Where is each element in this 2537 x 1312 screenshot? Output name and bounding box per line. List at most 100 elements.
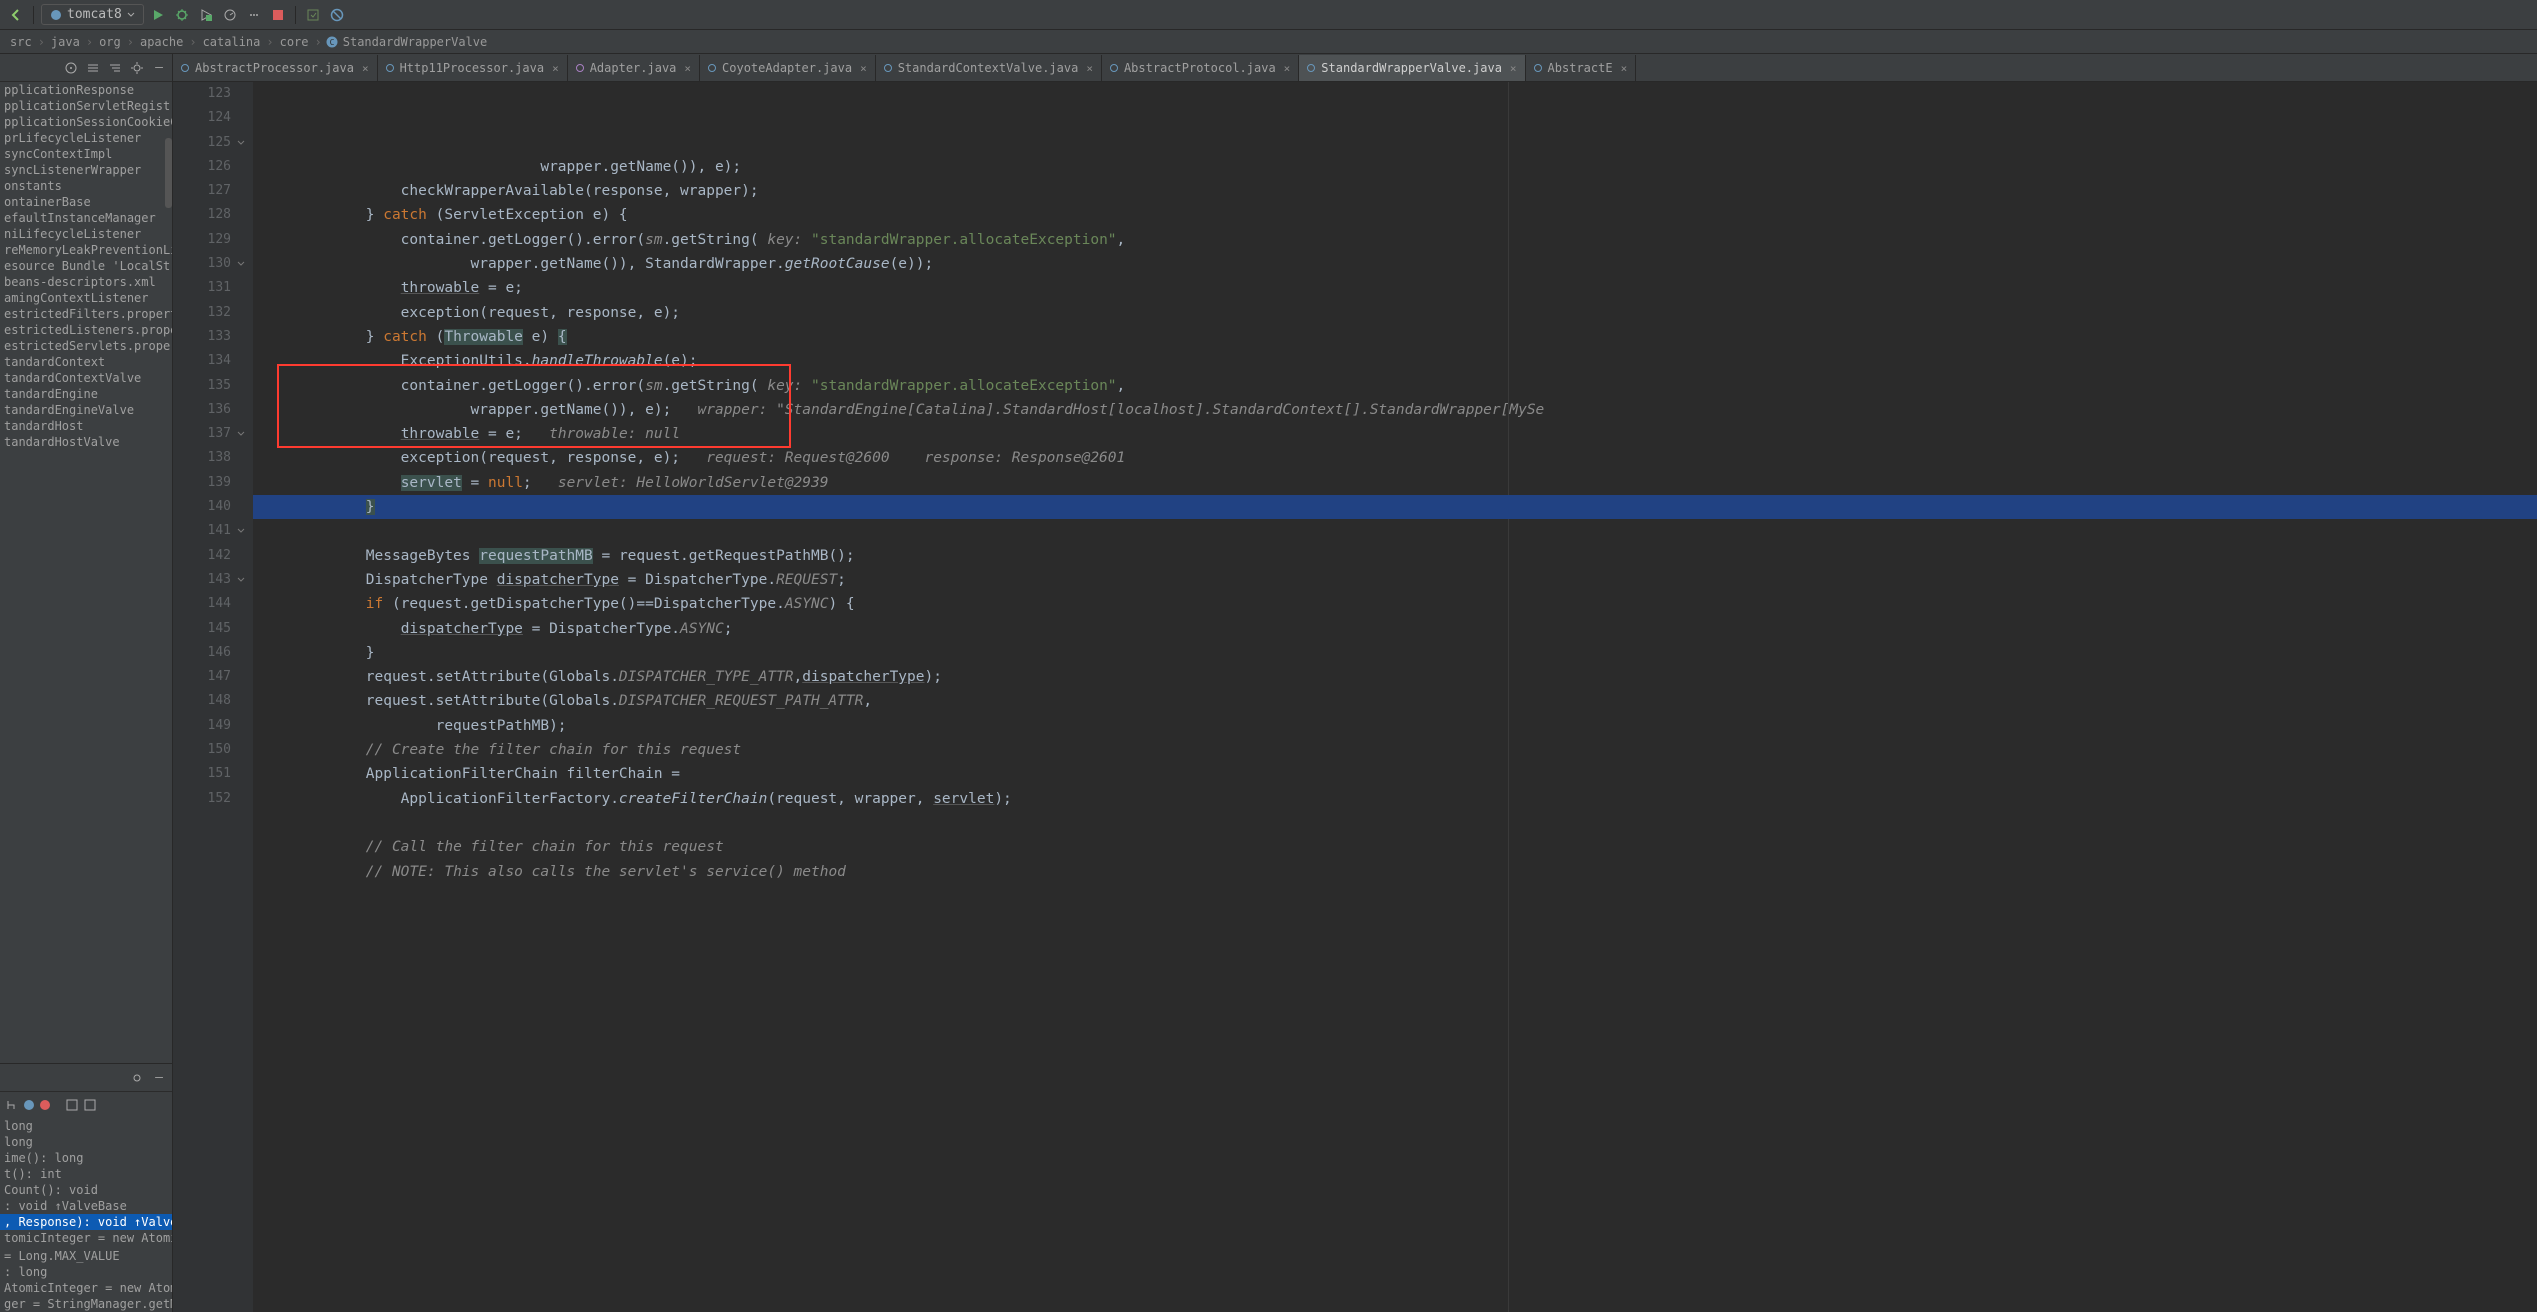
editor-tab[interactable]: AbstractProcessor.java× [173,55,378,81]
structure-item[interactable]: niLifecycleListener [0,226,172,242]
profile-icon[interactable] [220,5,240,25]
update-icon[interactable] [303,5,323,25]
close-icon[interactable]: × [362,62,369,75]
structure-item[interactable]: tandardHostValve [0,434,172,450]
structure-item[interactable]: reMemoryLeakPreventionList [0,242,172,258]
fold-icon[interactable] [235,428,247,440]
fold-icon[interactable] [235,258,247,270]
close-icon[interactable]: × [1621,62,1628,75]
structure-item[interactable]: esource Bundle 'LocalStrin [0,258,172,274]
structure-item[interactable]: estrictedFilters.propertie [0,306,172,322]
target-icon[interactable] [62,59,80,77]
member-item[interactable]: tomicInteger = new AtomicI [0,1230,172,1246]
code-line[interactable]: exception(request, response, e); request… [253,446,2537,470]
code-line[interactable]: DispatcherType dispatcherType = Dispatch… [253,568,2537,592]
code-line[interactable]: ApplicationFilterFactory.createFilterCha… [253,787,2537,811]
structure-item[interactable]: efaultInstanceManager [0,210,172,226]
editor-tab[interactable]: AbstractProtocol.java× [1102,55,1299,81]
editor-tab[interactable]: AbstractE× [1526,55,1637,81]
code-line[interactable] [253,811,2537,835]
code-line[interactable]: servlet = null; servlet: HelloWorldServl… [253,471,2537,495]
editor-tab[interactable]: Http11Processor.java× [378,55,568,81]
code-line[interactable]: throwable = e; [253,276,2537,300]
fold-icon[interactable] [235,137,247,149]
blue-dot-icon[interactable] [24,1100,34,1110]
code-line[interactable]: wrapper.getName()), StandardWrapper.getR… [253,252,2537,276]
member-item[interactable]: t(): int [0,1166,172,1182]
structure-item[interactable]: syncListenerWrapper [0,162,172,178]
code-line[interactable]: } [253,641,2537,665]
code-line[interactable]: container.getLogger().error(sm.getString… [253,374,2537,398]
code-line[interactable]: request.setAttribute(Globals.DISPATCHER_… [253,665,2537,689]
member-item[interactable]: Count(): void [0,1182,172,1198]
gutter[interactable]: 1231241251261271281291301311321331341351… [173,82,253,1312]
structure-item[interactable]: tandardHost [0,418,172,434]
member-item[interactable]: ime(): long [0,1150,172,1166]
member-item[interactable]: : void ↑ValveBase [0,1198,172,1214]
member-item[interactable]: = Long.MAX_VALUE [0,1248,172,1264]
code-line[interactable]: exception(request, response, e); [253,301,2537,325]
code-line[interactable]: } [253,495,2537,519]
code-line[interactable]: requestPathMB); [253,714,2537,738]
code-line[interactable]: if (request.getDispatcherType()==Dispatc… [253,592,2537,616]
filter2-icon[interactable] [84,1099,96,1111]
code-line[interactable]: wrapper.getName()), e); wrapper: "Standa… [253,398,2537,422]
code-line[interactable]: wrapper.getName()), e); [253,155,2537,179]
run-config-dropdown[interactable]: tomcat8 [41,4,144,25]
close-icon[interactable]: × [684,62,691,75]
editor-tab[interactable]: CoyoteAdapter.java× [700,55,876,81]
expand-all-icon[interactable] [84,59,102,77]
structure-item[interactable]: estrictedServlets.properti [0,338,172,354]
close-icon[interactable]: × [860,62,867,75]
code-line[interactable]: // Create the filter chain for this requ… [253,738,2537,762]
breadcrumb-item[interactable]: org [97,35,123,49]
code-line[interactable] [253,519,2537,543]
code-line[interactable]: ApplicationFilterChain filterChain = [253,762,2537,786]
code-line[interactable]: request.setAttribute(Globals.DISPATCHER_… [253,689,2537,713]
close-icon[interactable]: × [1510,62,1517,75]
fold-icon[interactable] [235,525,247,537]
code-line[interactable]: container.getLogger().error(sm.getString… [253,228,2537,252]
structure-item[interactable]: pplicationSessionCookieCon [0,114,172,130]
filter-icon[interactable] [66,1099,78,1111]
no-entry-icon[interactable] [327,5,347,25]
structure-item[interactable]: estrictedListeners.propert [0,322,172,338]
code-line[interactable]: ExceptionUtils.handleThrowable(e); [253,349,2537,373]
breadcrumb-item[interactable]: core [278,35,311,49]
code-line[interactable]: // Call the filter chain for this reques… [253,835,2537,859]
fold-icon[interactable] [235,574,247,586]
breadcrumb-item[interactable]: apache [138,35,185,49]
structure-item[interactable]: tandardContextValve [0,370,172,386]
red-dot-icon[interactable] [40,1100,50,1110]
code-line[interactable]: checkWrapperAvailable(response, wrapper)… [253,179,2537,203]
structure-item[interactable]: syncContextImpl [0,146,172,162]
structure-item[interactable]: beans-descriptors.xml [0,274,172,290]
structure-item[interactable]: pplicationResponse [0,82,172,98]
coverage-icon[interactable] [196,5,216,25]
structure-item[interactable]: pplicationServletRegistrati [0,98,172,114]
structure-item[interactable]: tandardEngine [0,386,172,402]
gear-icon[interactable] [128,1069,146,1087]
member-item[interactable]: , Response): void ↑Valve [0,1214,172,1230]
structure-item[interactable]: tandardEngineValve [0,402,172,418]
hide-icon[interactable]: — [150,59,168,77]
code-line[interactable]: throwable = e; throwable: null [253,422,2537,446]
back-icon[interactable] [6,5,26,25]
run-icon[interactable] [148,5,168,25]
structure-item[interactable]: amingContextListener [0,290,172,306]
code-area[interactable]: wrapper.getName()), e); checkWrapperAvai… [253,82,2537,1312]
structure-tree[interactable]: pplicationResponsepplicationServletRegis… [0,82,172,1063]
editor-tab[interactable]: Adapter.java× [568,55,700,81]
branch-icon[interactable] [6,1099,18,1111]
member-item[interactable]: long [0,1134,172,1150]
editor-tab[interactable]: StandardWrapperValve.java× [1299,55,1525,81]
breadcrumb-item[interactable]: java [49,35,82,49]
stop-icon[interactable] [268,5,288,25]
debug-icon[interactable] [172,5,192,25]
scrollbar-thumb[interactable] [165,138,172,208]
code-line[interactable]: // NOTE: This also calls the servlet's s… [253,860,2537,884]
members-list[interactable]: longlongime(): longt(): intCount(): void… [0,1118,172,1312]
close-icon[interactable]: × [1284,62,1291,75]
hide-icon[interactable]: — [150,1069,168,1087]
breadcrumb-item[interactable]: catalina [201,35,263,49]
